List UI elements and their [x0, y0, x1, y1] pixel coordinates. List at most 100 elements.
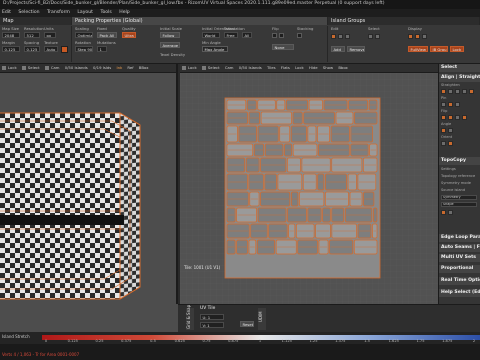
orient-world-icon[interactable] — [448, 141, 453, 146]
ib-group-button[interactable]: IB Grou — [430, 46, 448, 52]
uv-tool-hide[interactable]: Hide — [309, 65, 318, 70]
topocopy-swap-icon[interactable] — [448, 210, 453, 215]
margin-field[interactable]: 0.125 — [2, 46, 20, 52]
proportional-header[interactable]: Proportional — [439, 265, 480, 273]
angle-icon[interactable] — [441, 128, 446, 133]
flip-mode-field[interactable]: None — [272, 44, 294, 50]
v-field[interactable]: V: 1 — [200, 322, 224, 328]
shape-select[interactable]: Shape — [441, 202, 477, 207]
angle-snap-icon[interactable] — [448, 128, 453, 133]
tool-select[interactable]: Select — [28, 65, 40, 70]
rotate-icon[interactable] — [455, 115, 460, 120]
uv-tool-tiles[interactable]: Tiles — [267, 65, 276, 70]
udim-tab[interactable]: UDIM — [258, 308, 266, 330]
menu-layout[interactable]: Layout — [77, 10, 93, 15]
tool-ref[interactable]: Ref — [127, 65, 133, 70]
u-field[interactable]: U: 1 — [200, 314, 224, 320]
flip-checkbox[interactable] — [272, 33, 277, 38]
select-header[interactable]: Select — [439, 64, 480, 72]
display-color-icon[interactable] — [408, 34, 413, 39]
packing-panel-header[interactable]: Packing Properties (Global) — [72, 17, 328, 25]
map-size-field[interactable]: 2048 — [2, 32, 20, 38]
resolution-field[interactable]: 512 — [24, 32, 40, 38]
deselect-group-icon[interactable] — [375, 34, 380, 39]
add-button[interactable]: Add — [331, 46, 345, 52]
optimize-field[interactable]: All — [242, 32, 252, 38]
island-groups-header[interactable]: Island Groups — [328, 17, 480, 25]
multi-uv-header[interactable]: Multi UV Sets — [439, 254, 480, 262]
pack-all-button[interactable]: Pack All — [97, 32, 117, 38]
viewport-uv[interactable]: Lock Select Cam 0/50 Islands Tiles Flats… — [180, 64, 438, 304]
lock-button[interactable]: Lock — [450, 46, 464, 52]
straighten-edge-icon[interactable] — [469, 89, 474, 94]
reset-button[interactable]: Reset — [240, 321, 254, 327]
max-angle-button[interactable]: Max Angle — [202, 46, 228, 52]
straighten-loop-icon[interactable] — [462, 89, 467, 94]
uv-tool-lock2[interactable]: Lock — [295, 65, 304, 70]
display-outline-icon[interactable] — [415, 34, 420, 39]
lock-icon[interactable] — [2, 66, 6, 70]
quality-button[interactable]: Ultra — [122, 32, 136, 38]
topocopy-header[interactable]: TopoCopy — [439, 157, 480, 165]
pin-icon[interactable] — [441, 102, 446, 107]
topocopy-run-icon[interactable] — [441, 210, 446, 215]
straighten-icon[interactable] — [441, 89, 446, 94]
select-icon[interactable] — [21, 66, 26, 70]
texture-field[interactable]: Auto — [44, 46, 58, 52]
tool-lock[interactable]: Lock — [8, 65, 17, 70]
camera-icon[interactable] — [44, 66, 49, 70]
orient-icon[interactable] — [441, 141, 446, 146]
uv-select-icon[interactable] — [201, 66, 206, 70]
straighten-v-icon[interactable] — [455, 89, 460, 94]
align-header[interactable]: Align | Straighten — [439, 74, 480, 82]
menu-help[interactable]: Help — [119, 10, 129, 15]
auto-seams-header[interactable]: Auto Seams | Fun — [439, 244, 480, 252]
flip-checkbox-2[interactable] — [279, 33, 284, 38]
follow-button[interactable]: Follow — [160, 32, 180, 38]
uv-tool-bbox[interactable]: Bbox — [338, 65, 347, 70]
uv-tool-camera[interactable]: Cam — [225, 65, 234, 70]
uv-tool-select[interactable]: Select — [208, 65, 220, 70]
flip-u-icon[interactable] — [441, 115, 446, 120]
map-color-swatch[interactable] — [61, 46, 68, 53]
initial-orientation-field[interactable]: World — [202, 32, 220, 38]
mesh-3d-view[interactable] — [0, 73, 178, 304]
menu-tools[interactable]: Tools — [100, 10, 111, 15]
merge-group-icon[interactable] — [345, 34, 350, 39]
help-select-header[interactable]: Help Select (Edge — [439, 289, 480, 297]
real-time-header[interactable]: Real Time Options — [439, 277, 480, 285]
straighten-u-icon[interactable] — [448, 89, 453, 94]
uv-tool-lock[interactable]: Lock — [188, 65, 197, 70]
mutations-field[interactable]: 1 — [97, 46, 107, 52]
rotate-cw-icon[interactable] — [462, 115, 467, 120]
grid-snap-tab[interactable]: Grid & Snap — [186, 305, 194, 330]
uv-tool-flats[interactable]: Flats — [281, 65, 290, 70]
menu-edit[interactable]: Edit — [2, 10, 11, 15]
flip-v-icon[interactable] — [448, 115, 453, 120]
viewport-3d[interactable]: Lock Select Cam 0/50 Islands 0/19 Islds … — [0, 64, 178, 304]
uv-tool-show[interactable]: Show — [323, 65, 333, 70]
unit-field[interactable]: px — [44, 32, 56, 38]
unpin-icon[interactable] — [455, 102, 460, 107]
remove-group-icon[interactable] — [338, 34, 343, 39]
add-group-icon[interactable] — [331, 34, 336, 39]
rotation-field[interactable]: Step 90 — [75, 46, 93, 52]
tool-camera[interactable]: Cam — [51, 65, 60, 70]
uv-lock-icon[interactable] — [182, 66, 186, 70]
pin-auto-icon[interactable] — [448, 102, 453, 107]
remove-button[interactable]: Remove — [347, 46, 365, 52]
spacing-field[interactable]: 0.125 — [24, 46, 40, 52]
tool-bbox[interactable]: BBox — [139, 65, 149, 70]
select-group-icon[interactable] — [368, 34, 373, 39]
fullview-button[interactable]: FullView — [408, 46, 428, 52]
scaling-field[interactable]: Optimize — [75, 32, 93, 38]
menu-selection[interactable]: Selection — [18, 10, 39, 15]
symmetry-select[interactable]: Symmetry — [441, 195, 477, 200]
translation-field[interactable]: Free — [224, 32, 238, 38]
edge-loop-header[interactable]: Edge Loop Parameters — [439, 234, 480, 242]
stacking-checkbox[interactable] — [297, 33, 302, 38]
map-panel-header[interactable]: Map — [0, 17, 72, 25]
average-button[interactable]: Average — [160, 42, 180, 48]
tool-ink[interactable]: Ink — [116, 65, 122, 70]
display-hide-icon[interactable] — [422, 34, 427, 39]
